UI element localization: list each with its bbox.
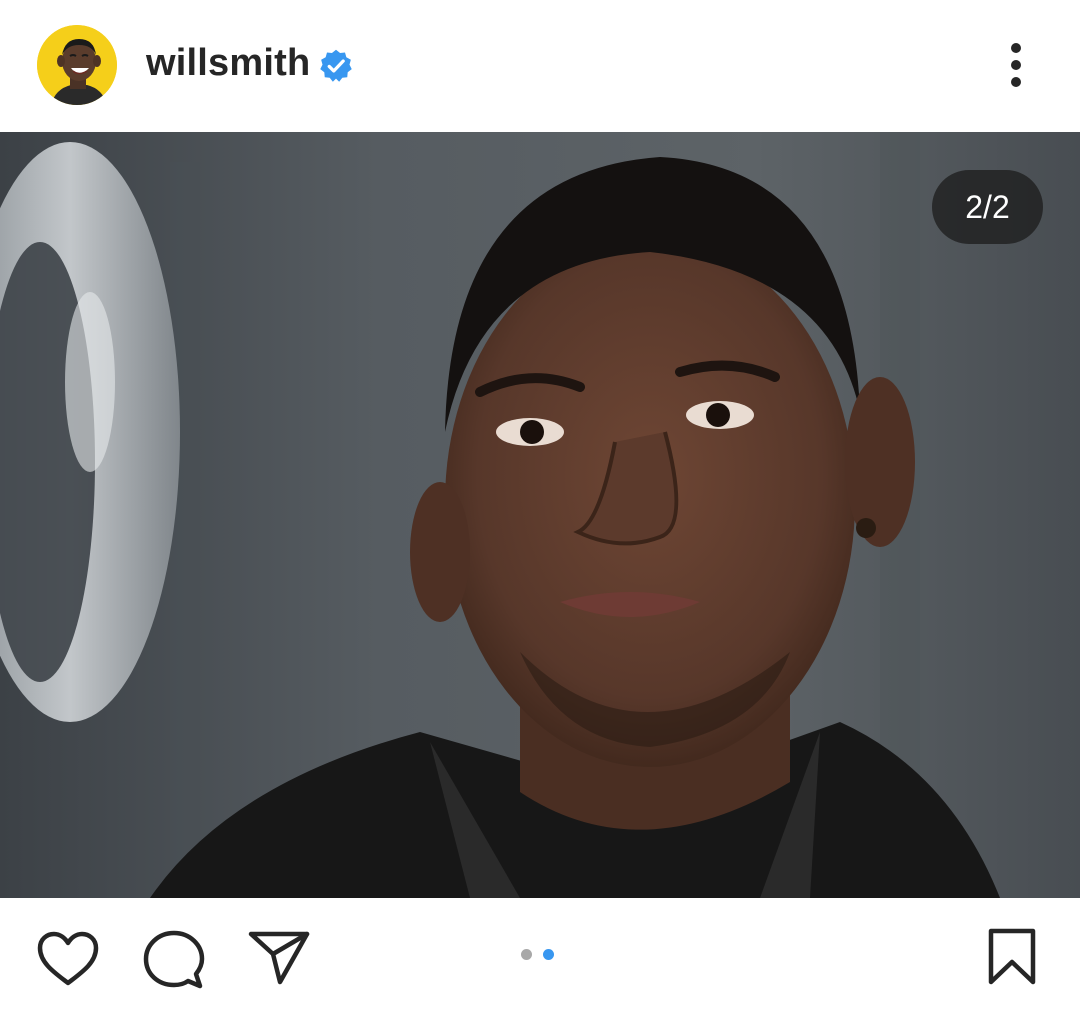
avatar[interactable]	[37, 25, 117, 105]
image-counter-badge: 2/2	[932, 170, 1043, 244]
like-button[interactable]	[37, 931, 99, 992]
avatar-image	[37, 25, 117, 105]
instagram-post: willsmith 2/2	[0, 0, 1080, 1013]
username[interactable]: willsmith	[146, 42, 310, 85]
verified-badge-icon	[318, 48, 354, 84]
post-image[interactable]	[0, 132, 1080, 898]
paper-plane-icon	[248, 931, 310, 985]
comment-bubble-icon	[143, 930, 205, 989]
save-button[interactable]	[987, 928, 1037, 991]
carousel-dot-inactive	[521, 949, 532, 960]
more-options-button[interactable]	[996, 38, 1036, 94]
bookmark-icon	[988, 928, 1036, 985]
share-button[interactable]	[248, 930, 310, 991]
carousel-dot-active	[543, 949, 554, 960]
post-header: willsmith	[0, 0, 1080, 132]
heart-icon	[37, 931, 99, 986]
post-action-bar	[0, 898, 1080, 1013]
more-vertical-icon	[1011, 43, 1021, 87]
comment-button[interactable]	[143, 930, 205, 995]
